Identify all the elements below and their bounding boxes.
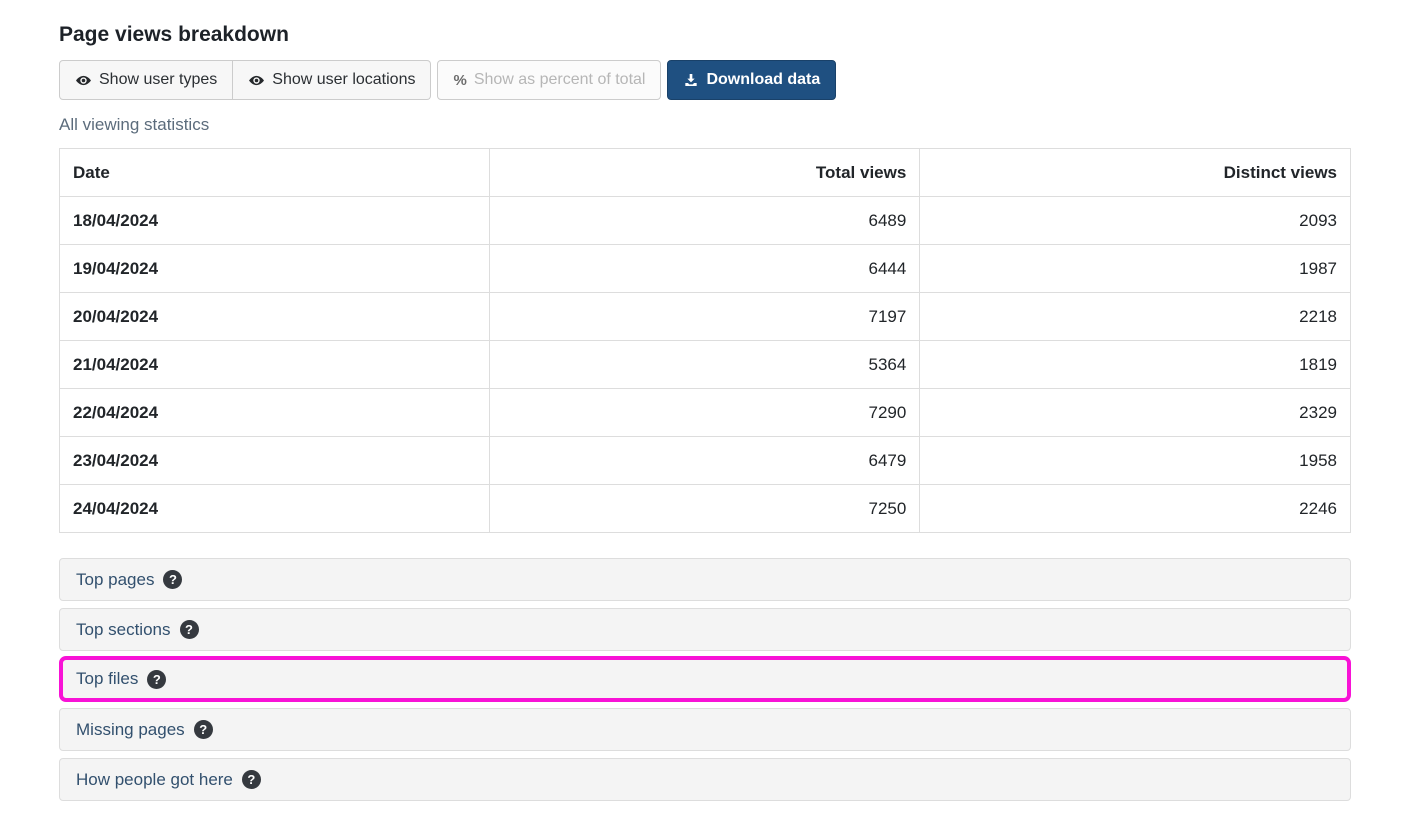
column-header-date: Date [59,148,490,197]
cell-date: 20/04/2024 [59,292,490,341]
cell-date: 22/04/2024 [59,388,490,437]
table-header-row: Date Total views Distinct views [59,148,1351,197]
cell-total-views: 6444 [488,244,921,293]
cell-distinct-views: 2218 [919,292,1351,341]
show-user-locations-button[interactable]: Show user locations [233,60,432,100]
cell-total-views: 6479 [488,436,921,485]
table-row: 20/04/2024 7197 2218 [59,292,1351,341]
accordion-item-label: Top pages [76,569,155,589]
cell-date: 23/04/2024 [59,436,490,485]
section-subtitle: All viewing statistics [59,115,210,134]
download-icon [683,72,699,88]
cell-total-views: 5364 [488,340,921,389]
eye-icon [248,72,265,89]
cell-distinct-views: 1819 [919,340,1351,389]
accordion-item-top-files[interactable]: Top files? [59,656,1351,702]
eye-icon [75,72,92,89]
cell-date: 24/04/2024 [59,484,490,533]
accordion-item-label: Top sections [76,619,171,639]
show-user-locations-label: Show user locations [272,71,416,88]
cell-total-views: 7250 [488,484,921,533]
question-icon: ? [163,570,183,589]
download-data-label: Download data [706,71,821,88]
cell-date: 19/04/2024 [59,244,490,293]
cell-total-views: 7290 [488,388,921,437]
cell-distinct-views: 2329 [919,388,1351,437]
report-accordion: Top pages? Top sections? Top files? Missing… [59,558,1351,801]
cell-distinct-views: 1958 [919,436,1351,485]
page-title: Page views breakdown [59,23,289,46]
cell-total-views: 6489 [488,196,921,245]
accordion-item-missing-pages[interactable]: Missing pages? [59,708,1351,751]
table-row: 24/04/2024 7250 2246 [59,484,1351,533]
accordion-item-top-sections[interactable]: Top sections? [59,608,1351,651]
download-data-button[interactable]: Download data [667,60,837,100]
show-user-types-label: Show user types [99,71,218,88]
page-views-breakdown-page: Page views breakdown Show user types Sho… [0,0,1410,801]
cell-date: 18/04/2024 [59,196,490,245]
accordion-item-how-people-got-here[interactable]: How people got here? [59,758,1351,801]
show-user-types-button[interactable]: Show user types [59,60,234,100]
question-icon: ? [179,620,199,639]
column-header-total-views: Total views [488,148,921,197]
show-as-percent-button[interactable]: % Show as percent of total [437,60,662,100]
cell-distinct-views: 1987 [919,244,1351,293]
question-icon: ? [193,720,213,739]
accordion-item-label: How people got here [76,769,233,789]
question-icon: ? [147,669,167,689]
accordion-item-label: Missing pages [76,719,185,739]
table-row: 23/04/2024 6479 1958 [59,436,1351,485]
accordion-item-label: Top files [76,669,139,688]
table-row: 22/04/2024 7290 2329 [59,388,1351,437]
question-icon: ? [241,770,261,789]
cell-distinct-views: 2093 [919,196,1351,245]
show-as-percent-label: Show as percent of total [473,71,646,88]
table-row: 21/04/2024 5364 1819 [59,340,1351,389]
table-row: 18/04/2024 6489 2093 [59,196,1351,245]
toolbar: Show user types Show user locations % Sh… [59,60,1351,100]
accordion-item-top-pages[interactable]: Top pages? [59,558,1351,601]
column-header-distinct-views: Distinct views [919,148,1351,197]
show-options-button-group: Show user types Show user locations [59,60,432,100]
cell-date: 21/04/2024 [59,340,490,389]
table-row: 19/04/2024 6444 1987 [59,244,1351,293]
viewing-statistics-table: Date Total views Distinct views 18/04/20… [59,148,1351,533]
percent-icon: % [453,71,467,89]
cell-distinct-views: 2246 [919,484,1351,533]
cell-total-views: 7197 [488,292,921,341]
